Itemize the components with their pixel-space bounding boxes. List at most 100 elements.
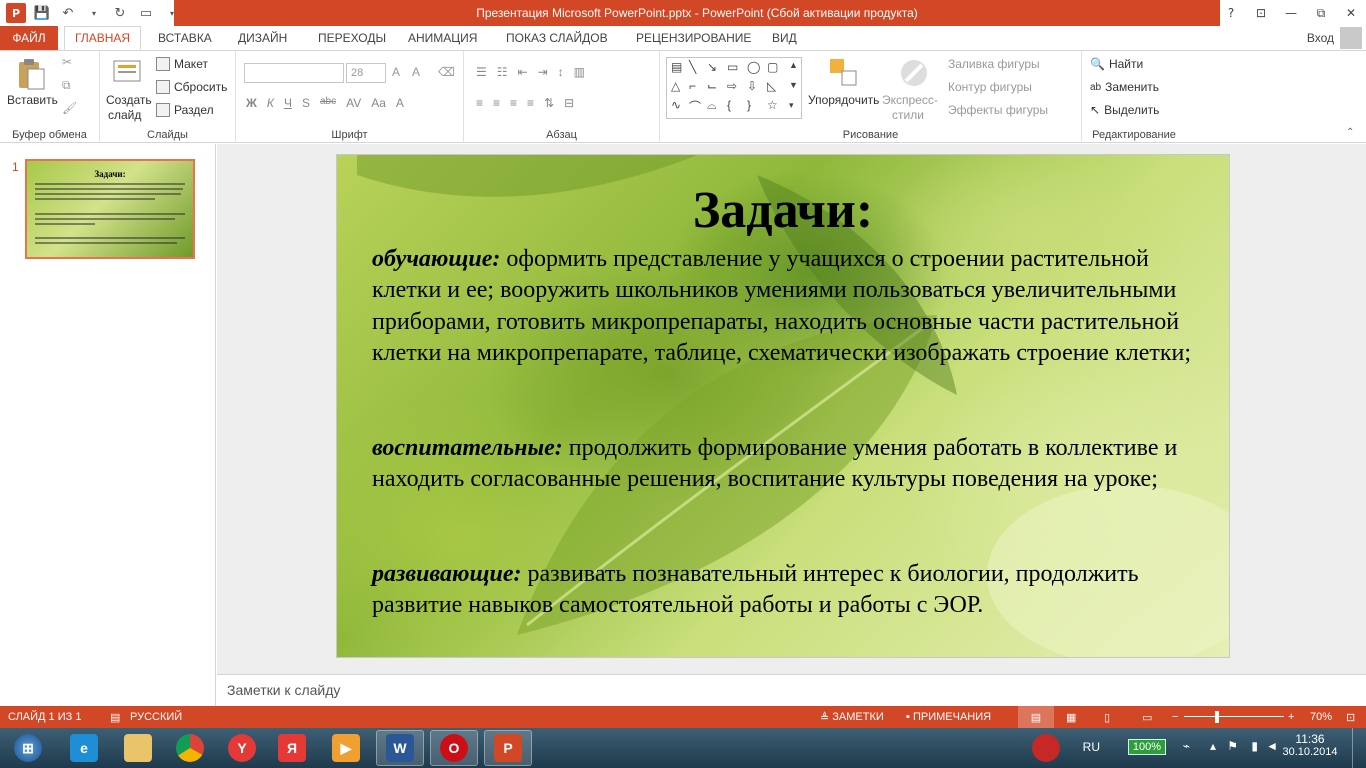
undo-icon[interactable]: ↶ — [58, 3, 78, 23]
tab-transitions[interactable]: ПЕРЕХОДЫ — [308, 26, 396, 50]
normal-view-icon[interactable]: ▤ — [1018, 706, 1054, 728]
action-center-icon[interactable]: ⚑ — [1227, 739, 1238, 753]
tab-animation[interactable]: АНИМАЦИЯ — [398, 26, 487, 50]
paste-button[interactable]: Вставить — [7, 93, 58, 107]
tab-review[interactable]: РЕЦЕНЗИРОВАНИЕ — [626, 26, 761, 50]
shape-outline-button[interactable]: Контур фигуры — [948, 80, 1032, 94]
cut-icon[interactable]: ✂ — [62, 55, 72, 69]
slide-canvas[interactable]: Задачи: обучающие: оформить представлени… — [336, 154, 1230, 658]
curve-shape-icon[interactable]: ∿ — [671, 98, 681, 112]
taskbar-app-word[interactable]: W — [376, 730, 424, 766]
tab-slideshow[interactable]: ПОКАЗ СЛАЙДОВ — [496, 26, 618, 50]
format-painter-icon[interactable]: 🖌 — [62, 101, 77, 115]
language-tray[interactable]: RU — [1083, 740, 1100, 754]
collapse-ribbon-icon[interactable]: ⌃ — [1346, 127, 1354, 138]
power-tray-icon[interactable]: ⌁ — [1183, 739, 1190, 753]
increase-indent-icon[interactable]: ⇥ — [538, 65, 548, 79]
sign-in-link[interactable]: Вход — [1307, 26, 1334, 50]
align-center-icon[interactable]: ≡ — [493, 96, 500, 110]
arrange-icon[interactable] — [828, 57, 860, 89]
columns-icon[interactable]: ▥ — [574, 65, 585, 79]
taskbar-app-media[interactable]: ▶ — [322, 730, 370, 766]
shapes-scroll-up-icon[interactable]: ▲ — [789, 60, 798, 70]
bullets-icon[interactable]: ☰ — [476, 65, 487, 79]
shapes-more-icon[interactable]: ▾ — [789, 100, 794, 111]
decrease-indent-icon[interactable]: ⇤ — [518, 65, 528, 79]
zoom-thumb[interactable] — [1215, 711, 1220, 723]
justify-icon[interactable]: ≡ — [527, 96, 534, 110]
taskbar-app-yandex[interactable]: Я — [268, 730, 316, 766]
maximize-icon[interactable]: ⧉ — [1306, 0, 1336, 26]
textbox-shape-icon[interactable]: ▤ — [671, 60, 682, 74]
clear-format-icon[interactable]: ⌫ — [438, 65, 455, 79]
brace-left-shape-icon[interactable]: { — [727, 98, 731, 112]
slide-sorter-icon[interactable]: ▦ — [1066, 706, 1076, 728]
zoom-in-icon[interactable]: + — [1288, 706, 1294, 728]
shrink-font-icon[interactable]: A — [412, 65, 420, 79]
triangle-shape-icon[interactable]: △ — [671, 79, 680, 93]
paragraph-educational[interactable]: обучающие: оформить представление у учащ… — [372, 244, 1212, 369]
star-shape-icon[interactable]: ☆ — [767, 98, 778, 112]
paragraph-developmental[interactable]: развивающие: развивать познавательный ин… — [372, 559, 1212, 622]
antivirus-tray-icon[interactable] — [1032, 734, 1060, 762]
reading-view-icon[interactable]: ▯ — [1104, 706, 1110, 728]
taskbar-app-yandex-browser[interactable]: Y — [218, 730, 266, 766]
connector-shape-icon[interactable]: ⌐ — [689, 79, 696, 93]
copy-icon[interactable]: ⧉ — [62, 78, 71, 93]
arrange-button[interactable]: Упорядочить — [808, 93, 879, 107]
taskbar-app-chrome[interactable] — [166, 730, 214, 766]
replace-button[interactable]: ab Заменить — [1090, 80, 1159, 94]
quick-styles-icon[interactable] — [898, 57, 930, 89]
shapes-scroll-down-icon[interactable]: ▼ — [789, 80, 798, 90]
numbering-icon[interactable]: ☷ — [497, 65, 508, 79]
powerpoint-logo-icon[interactable]: P — [6, 3, 26, 23]
start-slideshow-icon[interactable]: ▭ — [136, 3, 156, 23]
spellcheck-icon[interactable]: ▤ — [110, 706, 120, 728]
slideshow-view-icon[interactable]: ▭ — [1142, 706, 1152, 728]
taskbar-app-opera[interactable]: O — [430, 730, 478, 766]
char-spacing-button[interactable]: AV — [346, 96, 361, 110]
bold-button[interactable]: Ж — [246, 96, 257, 110]
rectangle-shape-icon[interactable]: ▭ — [727, 60, 738, 74]
tab-insert[interactable]: ВСТАВКА — [148, 26, 222, 50]
new-slide-button[interactable]: Создать — [106, 93, 152, 107]
align-right-icon[interactable]: ≡ — [510, 96, 517, 110]
language-indicator[interactable]: РУССКИЙ — [130, 706, 182, 728]
paste-icon[interactable] — [16, 57, 48, 90]
help-icon[interactable]: ? — [1216, 0, 1246, 26]
rounded-rect-shape-icon[interactable]: ▢ — [767, 60, 778, 74]
slide-title[interactable]: Задачи: — [337, 181, 1229, 240]
align-left-icon[interactable]: ≡ — [476, 96, 483, 110]
close-icon[interactable]: ✕ — [1336, 0, 1366, 26]
reset-button[interactable]: Сбросить — [156, 80, 227, 94]
comments-toggle[interactable]: ▪ ПРИМЕЧАНИЯ — [906, 706, 991, 728]
grow-font-icon[interactable]: A — [392, 65, 400, 79]
ribbon-display-options-icon[interactable]: ⊡ — [1246, 0, 1276, 26]
zoom-out-icon[interactable]: − — [1172, 706, 1178, 728]
zoom-slider[interactable] — [1184, 706, 1284, 728]
battery-indicator[interactable]: 100% — [1127, 739, 1166, 755]
change-case-button[interactable]: Aa — [371, 96, 386, 110]
arrow-right-shape-icon[interactable]: ⇨ — [727, 79, 737, 93]
select-button[interactable]: ↖ Выделить — [1090, 103, 1159, 117]
find-button[interactable]: 🔍 Найти — [1090, 57, 1143, 71]
avatar[interactable] — [1340, 27, 1362, 49]
taskbar-app-powerpoint[interactable]: P — [484, 730, 532, 766]
layout-button[interactable]: Макет — [156, 57, 208, 71]
start-button[interactable]: ⊞ — [4, 730, 52, 766]
quick-styles-button[interactable]: Экспресс- — [882, 93, 938, 107]
line-spacing-icon[interactable]: ↕ — [558, 65, 564, 79]
slide-thumbnail[interactable]: Задачи: — [25, 159, 195, 259]
shape-fill-button[interactable]: Заливка фигуры — [948, 57, 1040, 71]
text-direction-icon[interactable]: ⇅ — [544, 96, 554, 110]
taskbar-app-ie[interactable]: e — [60, 730, 108, 766]
font-size-combo[interactable]: 28 — [346, 63, 386, 83]
line-shape-icon[interactable]: ╲ — [689, 60, 696, 74]
align-text-icon[interactable]: ⊟ — [564, 96, 574, 110]
notes-pane[interactable]: Заметки к слайду — [217, 674, 1366, 706]
tab-view[interactable]: ВИД — [762, 26, 807, 50]
new-slide-button-line2[interactable]: слайд — [108, 108, 141, 122]
arc-shape-icon[interactable]: ⌓ — [707, 98, 717, 113]
tab-design[interactable]: ДИЗАЙН — [228, 26, 297, 50]
arrow-line-shape-icon[interactable]: ↘ — [707, 60, 717, 74]
